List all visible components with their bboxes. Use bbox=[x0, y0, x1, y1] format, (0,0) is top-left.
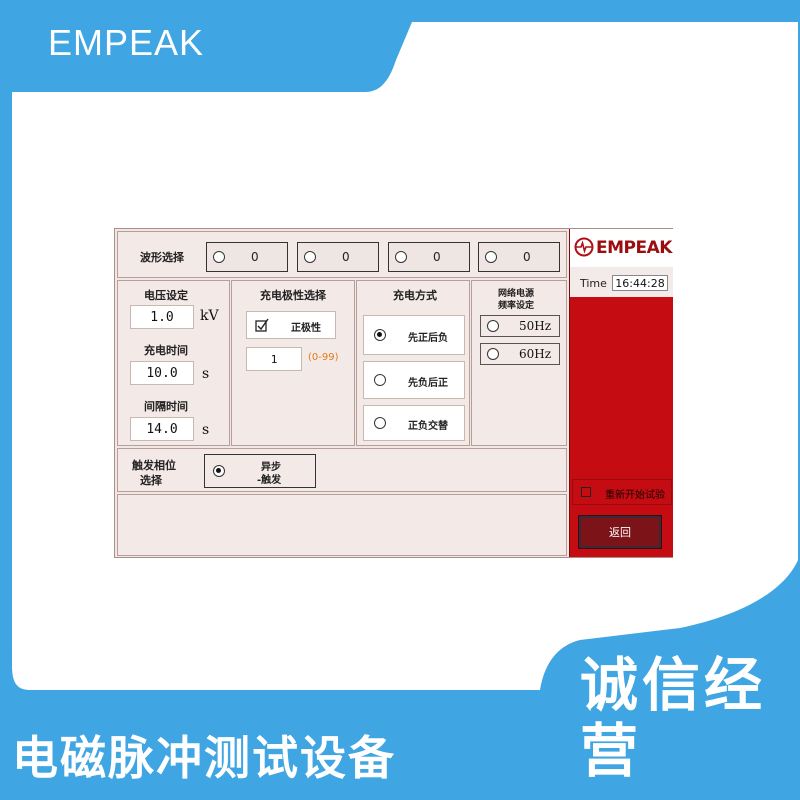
grid-frequency-label-2: 频率设定 bbox=[498, 301, 535, 311]
message-panel bbox=[117, 494, 567, 556]
polarity-panel: 充电极性选择 正极性 1 (0-99) bbox=[231, 280, 355, 446]
radio-selected-icon bbox=[213, 465, 225, 477]
radio-icon bbox=[213, 251, 225, 263]
count-range-hint: (0-99) bbox=[308, 352, 339, 363]
waveform-option-4[interactable]: 0 bbox=[478, 242, 560, 272]
frequency-option-50hz[interactable]: 50Hz bbox=[480, 315, 560, 337]
waveform-option-3[interactable]: 0 bbox=[388, 242, 470, 272]
async-trigger-option[interactable]: 异步 -触发 bbox=[204, 454, 316, 488]
restart-test-checkbox[interactable]: 重新开始试验 bbox=[572, 479, 672, 505]
charge-time-label: 充电时间 bbox=[144, 344, 188, 357]
side-panel: EMPEAK Time 16:44:28 重新开始试验 返回 bbox=[569, 229, 673, 557]
frequency-option-60hz[interactable]: 60Hz bbox=[480, 343, 560, 365]
interval-time-unit: s bbox=[202, 422, 210, 438]
waveform-option-2[interactable]: 0 bbox=[297, 242, 379, 272]
charge-time-input[interactable]: 10.0 bbox=[130, 361, 194, 385]
voltage-input[interactable]: 1.0 bbox=[130, 305, 194, 329]
waveform-option-value: 0 bbox=[433, 250, 441, 264]
interval-time-label: 间隔时间 bbox=[144, 400, 188, 413]
brand-title: EMPEAK bbox=[48, 22, 205, 63]
back-button[interactable]: 返回 bbox=[578, 515, 662, 549]
positive-polarity-checkbox[interactable]: 正极性 bbox=[246, 311, 336, 339]
logo-area: EMPEAK bbox=[570, 229, 673, 267]
radio-icon bbox=[487, 320, 499, 332]
trigger-phase-label-2: 选择 bbox=[140, 474, 162, 487]
time-value: 16:44:28 bbox=[612, 275, 668, 291]
motto: 诚信经营 bbox=[580, 651, 767, 785]
bottom-title: 电磁脉冲测试设备 bbox=[12, 731, 396, 785]
radio-icon bbox=[374, 417, 386, 429]
waveform-label: 波形选择 bbox=[140, 251, 184, 264]
radio-icon bbox=[304, 251, 316, 263]
frequency-option-label: 50Hz bbox=[519, 319, 552, 333]
waveform-option-1[interactable]: 0 bbox=[206, 242, 288, 272]
trigger-phase-panel: 触发相位 选择 异步 -触发 bbox=[117, 448, 567, 492]
waveform-option-value: 0 bbox=[251, 250, 259, 264]
async-trigger-label-2: -触发 bbox=[257, 475, 282, 486]
charge-mode-option-1[interactable]: 先正后负 bbox=[363, 315, 465, 355]
charge-mode-option-2[interactable]: 先负后正 bbox=[363, 361, 465, 399]
voltage-label: 电压设定 bbox=[144, 289, 188, 302]
grid-frequency-panel: 网络电源 频率设定 50Hz 60Hz bbox=[471, 280, 567, 446]
checkbox-icon bbox=[581, 487, 591, 497]
checkbox-checked-icon bbox=[255, 318, 269, 332]
restart-test-label: 重新开始试验 bbox=[605, 490, 665, 501]
radio-icon bbox=[487, 348, 499, 360]
voltage-unit: kV bbox=[200, 308, 219, 324]
charge-mode-option-label: 正负交替 bbox=[408, 421, 448, 432]
waveform-option-value: 0 bbox=[523, 250, 531, 264]
interval-time-input[interactable]: 14.0 bbox=[130, 417, 194, 441]
charge-mode-panel: 充电方式 先正后负 先负后正 正负交替 bbox=[356, 280, 470, 446]
charge-mode-option-3[interactable]: 正负交替 bbox=[363, 405, 465, 441]
positive-polarity-label: 正极性 bbox=[291, 323, 321, 334]
side-logo-text: EMPEAK bbox=[596, 238, 672, 258]
charge-mode-option-label: 先正后负 bbox=[408, 333, 448, 344]
polarity-label: 充电极性选择 bbox=[260, 289, 326, 302]
trigger-phase-label-1: 触发相位 bbox=[132, 459, 176, 472]
frequency-option-label: 60Hz bbox=[519, 347, 552, 361]
count-input[interactable]: 1 bbox=[246, 347, 302, 371]
charge-mode-label: 充电方式 bbox=[393, 289, 437, 302]
radio-icon bbox=[374, 374, 386, 386]
charge-mode-option-label: 先负后正 bbox=[408, 378, 448, 389]
waveform-panel: 波形选择 0 0 0 0 bbox=[117, 231, 567, 278]
time-label: Time bbox=[580, 277, 607, 290]
radio-selected-icon bbox=[374, 329, 386, 341]
time-area: Time 16:44:28 bbox=[570, 267, 673, 297]
waveform-option-value: 0 bbox=[342, 250, 350, 264]
charge-time-unit: s bbox=[202, 366, 210, 382]
settings-panel: 电压设定 1.0 kV 充电时间 10.0 s 间隔时间 14.0 s bbox=[117, 280, 230, 446]
pulse-logo-icon bbox=[574, 237, 594, 257]
radio-icon bbox=[485, 251, 497, 263]
control-screen: 波形选择 0 0 0 0 电压设定 1.0 kV 充电时间 10.0 s 间隔时… bbox=[114, 228, 673, 558]
radio-icon bbox=[395, 251, 407, 263]
